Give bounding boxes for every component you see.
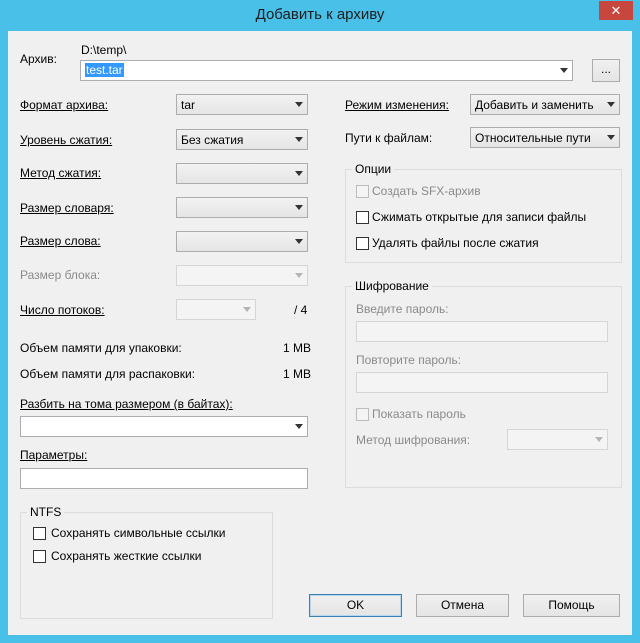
threads-combo[interactable] [176, 299, 256, 320]
title-bar[interactable]: Добавить к архиву ✕ [0, 0, 640, 31]
archive-name-value: test.tar [85, 63, 124, 77]
delete-after-checkbox[interactable] [356, 237, 369, 250]
show-password-checkbox[interactable] [356, 408, 369, 421]
format-label: Формат архива: [20, 98, 109, 112]
options-group-title: Опции [352, 162, 395, 176]
chevron-down-icon [295, 171, 303, 176]
method-combo[interactable] [176, 163, 308, 184]
repeat-password-input[interactable] [356, 372, 608, 393]
path-mode-combo[interactable]: Относительные пути [470, 127, 620, 148]
mem-unpack-value: 1 MB [283, 367, 312, 381]
shared-files-label: Сжимать открытые для записи файлы [372, 210, 587, 224]
show-password-label: Показать пароль [372, 407, 466, 421]
mem-pack-label: Объем памяти для упаковки: [20, 341, 182, 355]
hardlinks-label: Сохранять жесткие ссылки [51, 549, 202, 563]
encryption-group-title: Шифрование [352, 279, 432, 293]
chevron-down-icon [607, 135, 615, 140]
symlinks-checkbox[interactable] [33, 527, 46, 540]
mem-pack-value: 1 MB [283, 341, 312, 355]
update-mode-value: Добавить и заменить [475, 98, 594, 112]
dict-combo[interactable] [176, 197, 308, 218]
chevron-down-icon [295, 424, 303, 429]
chevron-down-icon [295, 205, 303, 210]
close-icon: ✕ [610, 3, 622, 18]
archive-name-combo[interactable]: test.tar [80, 60, 573, 81]
level-value: Без сжатия [181, 133, 244, 147]
params-label: Параметры: [20, 448, 88, 462]
delete-after-label: Удалять файлы после сжатия [372, 236, 539, 250]
word-combo[interactable] [176, 231, 308, 252]
split-label: Разбить на тома размером (в байтах): [20, 397, 233, 411]
window-title: Добавить к архиву [255, 6, 385, 23]
symlinks-label: Сохранять символьные ссылки [51, 526, 226, 540]
browse-button[interactable]: ... [592, 59, 620, 82]
method-label: Метод сжатия: [20, 166, 102, 180]
password-label: Введите пароль: [356, 302, 449, 316]
archive-label: Архив: [20, 52, 57, 66]
encryption-method-label: Метод шифрования: [356, 433, 471, 447]
hardlinks-checkbox[interactable] [33, 550, 46, 563]
chevron-down-icon [295, 102, 303, 107]
chevron-down-icon [295, 239, 303, 244]
chevron-down-icon [243, 307, 251, 312]
word-label: Размер слова: [20, 234, 101, 248]
archive-path: D:\temp\ [81, 43, 127, 57]
dict-label: Размер словаря: [20, 201, 114, 215]
sfx-label: Создать SFX-архив [372, 184, 481, 198]
format-combo[interactable]: tar [176, 94, 308, 115]
chevron-down-icon [607, 102, 615, 107]
chevron-down-icon [595, 437, 603, 442]
split-combo[interactable] [20, 416, 308, 437]
path-mode-value: Относительные пути [475, 131, 591, 145]
chevron-down-icon [560, 68, 568, 73]
cancel-button[interactable]: Отмена [416, 594, 509, 617]
close-button[interactable]: ✕ [599, 1, 633, 20]
update-mode-combo[interactable]: Добавить и заменить [470, 94, 620, 115]
help-button[interactable]: Помощь [523, 594, 620, 617]
params-input[interactable] [20, 468, 308, 489]
level-combo[interactable]: Без сжатия [176, 129, 308, 150]
level-label: Уровень сжатия: [20, 133, 113, 147]
block-combo[interactable] [176, 265, 308, 286]
password-input[interactable] [356, 321, 608, 342]
threads-max: / 4 [294, 303, 308, 317]
path-mode-label: Пути к файлам: [345, 131, 433, 145]
encryption-method-combo[interactable] [507, 429, 608, 450]
ntfs-group-title: NTFS [27, 505, 65, 519]
update-mode-label: Режим изменения: [345, 98, 449, 112]
sfx-checkbox[interactable] [356, 185, 369, 198]
chevron-down-icon [295, 137, 303, 142]
dialog-window: Добавить к архиву ✕ Архив: D:\temp\ test… [0, 0, 640, 643]
dialog-client-area: Архив: D:\temp\ test.tar ... Формат архи… [8, 31, 632, 635]
block-label: Размер блока: [20, 268, 101, 282]
format-value: tar [181, 98, 196, 112]
repeat-password-label: Повторите пароль: [356, 353, 462, 367]
threads-label: Число потоков: [20, 303, 105, 317]
ok-button[interactable]: OK [309, 594, 402, 617]
chevron-down-icon [295, 273, 303, 278]
shared-files-checkbox[interactable] [356, 211, 369, 224]
mem-unpack-label: Объем памяти для распаковки: [20, 367, 196, 381]
